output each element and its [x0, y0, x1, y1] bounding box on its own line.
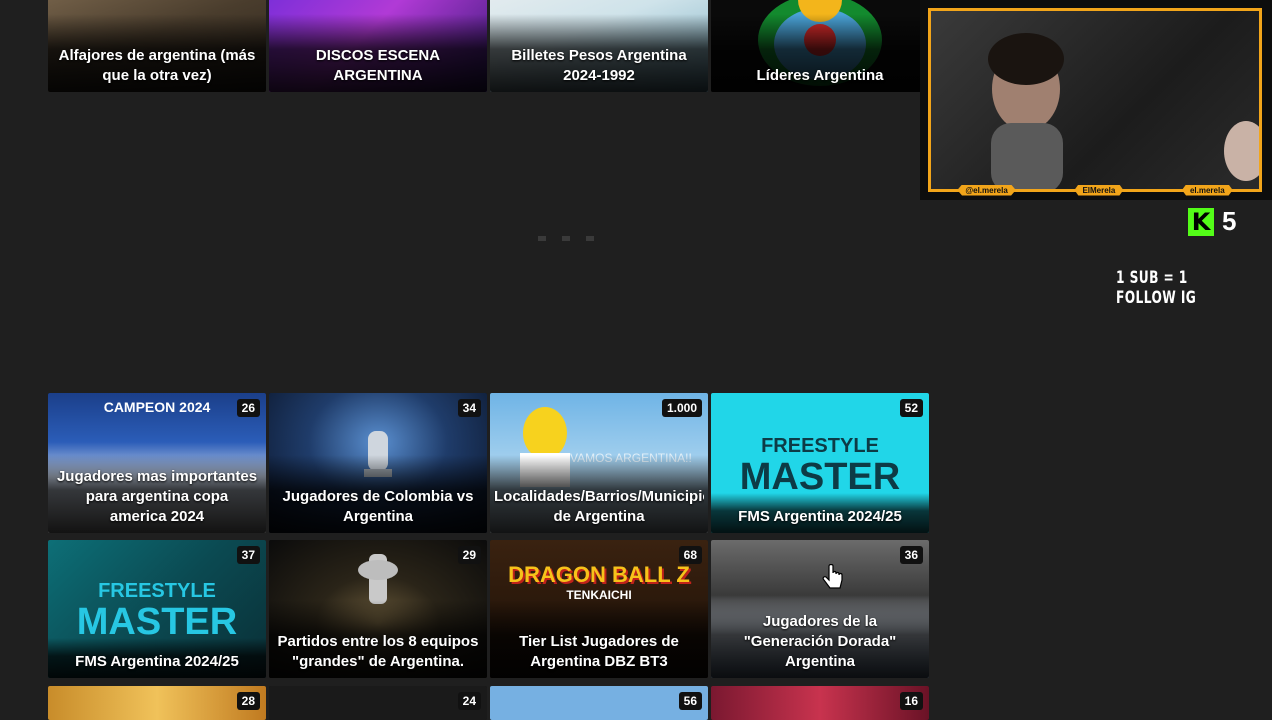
card-title: Líderes Argentina: [756, 67, 884, 84]
card-thumbnail: [269, 686, 487, 720]
item-count-badge: 37: [236, 546, 260, 564]
list-card[interactable]: 29 Partidos entre los 8 equipos "grandes…: [269, 540, 487, 678]
list-card[interactable]: 36 Jugadores de la "Generación Dorada" A…: [711, 540, 929, 678]
kick-counter: K 5: [1188, 206, 1236, 237]
thumbnail-caption: FREESTYLE: [98, 580, 216, 602]
kick-logo-icon: K: [1188, 207, 1214, 236]
item-count-badge: 52: [899, 399, 923, 417]
card-title: Localidades/Barrios/Municipios de Argent…: [494, 488, 704, 525]
list-card[interactable]: 24: [269, 686, 487, 720]
webcam-feed: [928, 8, 1262, 192]
list-card[interactable]: VAMOS ARGENTINA!! 1.000 Localidades/Barr…: [490, 393, 708, 533]
list-card[interactable]: 28: [48, 686, 266, 720]
kick-count: 5: [1222, 206, 1237, 236]
card-title: Alfajores de argentina (más que la otra …: [58, 47, 256, 84]
item-count-badge: 36: [899, 546, 923, 564]
sub-follow-text: 1 SUB = 1 FOLLOW IG: [1116, 268, 1197, 308]
list-card[interactable]: FREESTYLE MASTER 37 FMS Argentina 2024/2…: [48, 540, 266, 678]
card-title: Jugadores de Colombia vs Argentina: [282, 488, 474, 525]
card-title: Tier List Jugadores de Argentina DBZ BT3: [519, 633, 679, 670]
item-count-badge: 26: [236, 399, 260, 417]
list-card[interactable]: CAMPEON 2024 26 Jugadores mas importante…: [48, 393, 266, 533]
list-card[interactable]: 56: [490, 686, 708, 720]
card-title: FMS Argentina 2024/25: [75, 653, 239, 670]
list-card[interactable]: FREESTYLE MASTER 52 FMS Argentina 2024/2…: [711, 393, 929, 533]
item-count-badge: 29: [457, 546, 481, 564]
card-thumbnail: [490, 686, 708, 720]
item-count-badge: 1.000: [661, 399, 702, 417]
list-card[interactable]: 34 Jugadores de Colombia vs Argentina: [269, 393, 487, 533]
item-count-badge: 34: [457, 399, 481, 417]
list-card[interactable]: Líderes Argentina: [711, 0, 929, 92]
item-count-badge: 16: [899, 692, 923, 710]
thumbnail-caption: MASTER: [76, 601, 238, 643]
hand-cursor-icon: [822, 564, 843, 589]
card-title: FMS Argentina 2024/25: [738, 508, 902, 525]
card-thumbnail: [48, 686, 266, 720]
item-count-badge: 24: [457, 692, 481, 710]
list-card[interactable]: DRAGON BALL Z TENKAICHI 68 Tier List Jug…: [490, 540, 708, 678]
thumbnail-caption: DRAGON BALL Z: [508, 562, 690, 587]
item-count-badge: 28: [236, 692, 260, 710]
card-title: Partidos entre los 8 equipos "grandes" d…: [277, 633, 479, 670]
list-card[interactable]: Alfajores de argentina (más que la otra …: [48, 0, 266, 92]
thumbnail-caption: FREESTYLE: [761, 435, 879, 457]
social-handle: ElMerela: [1074, 184, 1124, 196]
card-title: Billetes Pesos Argentina 2024-1992: [511, 47, 687, 84]
card-title: Jugadores mas importantes para argentina…: [56, 468, 258, 525]
webcam-overlay: @el.merela ElMerela el.merela: [920, 0, 1272, 200]
card-title: Jugadores de la "Generación Dorada" Arge…: [743, 613, 897, 670]
thumbnail-caption: CAMPEON 2024: [103, 399, 211, 415]
loading-indicator: [538, 236, 594, 241]
list-card[interactable]: 16: [711, 686, 929, 720]
social-handle: el.merela: [1181, 184, 1233, 196]
person-silhouette-icon: [988, 33, 1259, 189]
card-thumbnail: [711, 686, 929, 720]
list-card[interactable]: DISCOS ESCENA ARGENTINA: [269, 0, 487, 92]
card-title: DISCOS ESCENA ARGENTINA: [315, 47, 441, 84]
item-count-badge: 68: [678, 546, 702, 564]
social-handle: @el.merela: [957, 184, 1016, 196]
thumbnail-caption: MASTER: [739, 456, 901, 498]
item-count-badge: 56: [678, 692, 702, 710]
list-card[interactable]: Billetes Pesos Argentina 2024-1992: [490, 0, 708, 92]
